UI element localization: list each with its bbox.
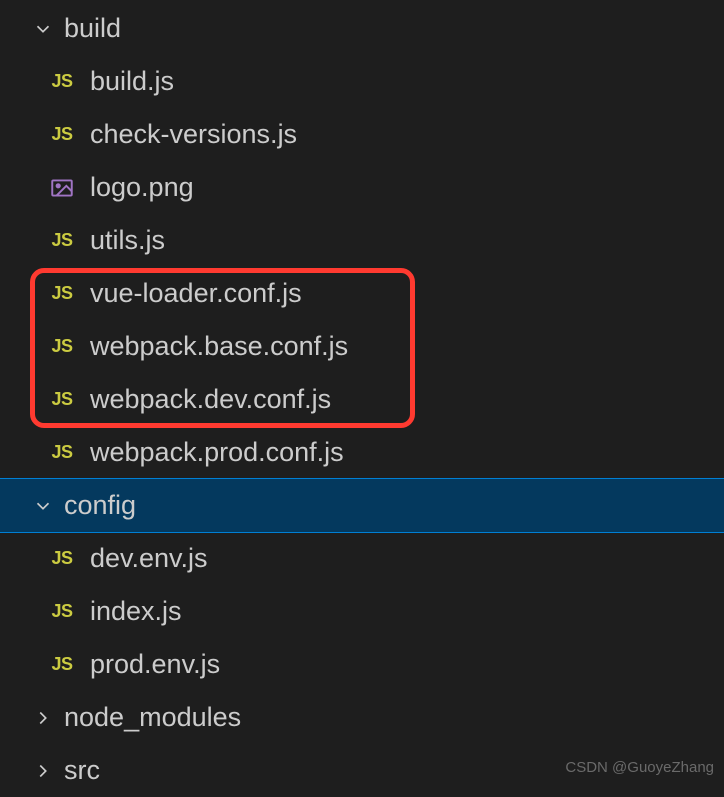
file-label: index.js <box>90 596 182 627</box>
js-icon: JS <box>44 124 80 145</box>
file-label: logo.png <box>90 172 194 203</box>
js-icon: JS <box>44 601 80 622</box>
js-icon: JS <box>44 389 80 410</box>
file-label: vue-loader.conf.js <box>90 278 302 309</box>
folder-row-build[interactable]: build <box>0 2 724 55</box>
file-label: webpack.base.conf.js <box>90 331 348 362</box>
js-icon: JS <box>44 548 80 569</box>
folder-label: src <box>64 755 100 786</box>
file-row[interactable]: JS webpack.dev.conf.js <box>0 373 724 426</box>
image-icon <box>44 175 80 201</box>
watermark: CSDN @GuoyeZhang <box>565 759 714 776</box>
folder-label: config <box>64 490 136 521</box>
file-label: build.js <box>90 66 174 97</box>
file-label: webpack.prod.conf.js <box>90 437 344 468</box>
file-row[interactable]: logo.png <box>0 161 724 214</box>
file-row[interactable]: JS webpack.prod.conf.js <box>0 426 724 479</box>
folder-row-config[interactable]: config <box>0 479 724 532</box>
file-label: prod.env.js <box>90 649 220 680</box>
js-icon: JS <box>44 654 80 675</box>
file-row[interactable]: JS vue-loader.conf.js <box>0 267 724 320</box>
js-icon: JS <box>44 71 80 92</box>
file-tree: build JS build.js JS check-versions.js l… <box>0 0 724 797</box>
file-label: utils.js <box>90 225 165 256</box>
folder-label: node_modules <box>64 702 241 733</box>
file-label: dev.env.js <box>90 543 208 574</box>
chevron-right-icon <box>30 758 56 784</box>
js-icon: JS <box>44 442 80 463</box>
file-row[interactable]: JS webpack.base.conf.js <box>0 320 724 373</box>
folder-row-node-modules[interactable]: node_modules <box>0 691 724 744</box>
file-label: webpack.dev.conf.js <box>90 384 331 415</box>
js-icon: JS <box>44 283 80 304</box>
folder-label: build <box>64 13 121 44</box>
file-row[interactable]: JS check-versions.js <box>0 108 724 161</box>
file-label: check-versions.js <box>90 119 297 150</box>
file-row[interactable]: JS prod.env.js <box>0 638 724 691</box>
js-icon: JS <box>44 230 80 251</box>
chevron-down-icon <box>30 493 56 519</box>
js-icon: JS <box>44 336 80 357</box>
chevron-down-icon <box>30 16 56 42</box>
file-row[interactable]: JS dev.env.js <box>0 532 724 585</box>
file-row[interactable]: JS build.js <box>0 55 724 108</box>
file-row[interactable]: JS utils.js <box>0 214 724 267</box>
file-row[interactable]: JS index.js <box>0 585 724 638</box>
chevron-right-icon <box>30 705 56 731</box>
